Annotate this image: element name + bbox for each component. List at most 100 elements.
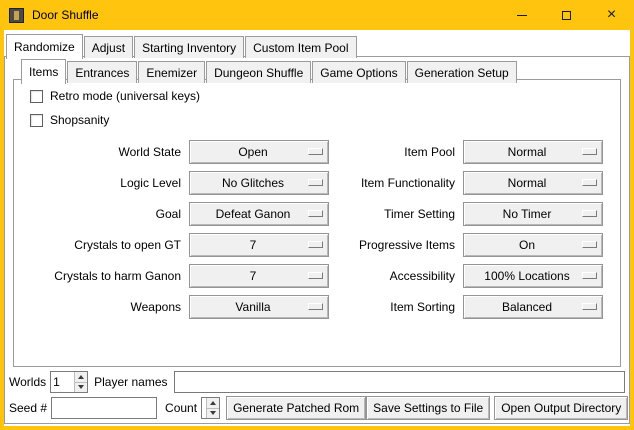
form-row: Logic Level No Glitches Item Functionali…	[14, 167, 620, 198]
form-row: Crystals to harm Ganon 7 Accessibility 1…	[14, 260, 620, 291]
dropdown-indicator-icon	[582, 272, 597, 279]
item-functionality-value: Normal	[508, 176, 547, 190]
dropdown-indicator-icon	[582, 241, 597, 248]
window-title: Door Shuffle	[32, 8, 99, 22]
close-icon: ×	[607, 7, 616, 23]
options-form: World State Open Item Pool Normal Logic …	[14, 136, 620, 322]
item-sorting-label: Item Sorting	[329, 300, 463, 314]
spin-up-button[interactable]	[207, 398, 219, 408]
window-content: Randomize Adjust Starting Inventory Cust…	[4, 30, 630, 426]
weapons-dropdown[interactable]: Vanilla	[189, 295, 329, 319]
item-pool-dropdown[interactable]: Normal	[463, 140, 603, 164]
retro-mode-checkbox[interactable]	[30, 90, 43, 103]
accessibility-label: Accessibility	[329, 269, 463, 283]
generate-patched-rom-button[interactable]: Generate Patched Rom	[226, 396, 366, 420]
crystals-open-gt-label: Crystals to open GT	[14, 238, 189, 252]
tab-enemizer[interactable]: Enemizer	[138, 61, 205, 83]
dropdown-indicator-icon	[582, 179, 597, 186]
logic-level-dropdown[interactable]: No Glitches	[189, 171, 329, 195]
item-functionality-label: Item Functionality	[329, 176, 463, 190]
progressive-items-label: Progressive Items	[329, 238, 463, 252]
dropdown-indicator-icon	[308, 241, 323, 248]
worlds-spin-buttons	[74, 372, 87, 392]
worlds-input[interactable]	[51, 372, 74, 392]
worlds-spinbox[interactable]	[50, 371, 88, 393]
sub-tabstrip: Items Entrances Enemizer Dungeon Shuffle…	[21, 59, 518, 83]
dropdown-indicator-icon	[308, 303, 323, 310]
close-button[interactable]: ×	[589, 0, 634, 30]
randomize-tab-panel: Items Entrances Enemizer Dungeon Shuffle…	[4, 56, 630, 424]
dropdown-indicator-icon	[582, 303, 597, 310]
titlebar: Door Shuffle ×	[0, 0, 634, 30]
player-names-input[interactable]	[174, 371, 626, 393]
item-pool-label: Item Pool	[329, 145, 463, 159]
accessibility-value: 100% Locations	[484, 269, 569, 283]
dropdown-indicator-icon	[308, 179, 323, 186]
tab-entrances[interactable]: Entrances	[67, 61, 137, 83]
weapons-label: Weapons	[14, 300, 189, 314]
progressive-items-dropdown[interactable]: On	[463, 233, 603, 257]
tab-game-options[interactable]: Game Options	[312, 61, 405, 83]
item-functionality-dropdown[interactable]: Normal	[463, 171, 603, 195]
spin-down-button[interactable]	[75, 382, 87, 393]
count-label: Count	[165, 401, 197, 415]
accessibility-dropdown[interactable]: 100% Locations	[463, 264, 603, 288]
dropdown-indicator-icon	[308, 272, 323, 279]
spin-up-button[interactable]	[75, 372, 87, 382]
goal-dropdown[interactable]: Defeat Ganon	[189, 202, 329, 226]
timer-setting-label: Timer Setting	[329, 207, 463, 221]
item-sorting-dropdown[interactable]: Balanced	[463, 295, 603, 319]
arrow-down-icon	[210, 411, 216, 415]
worlds-label: Worlds	[9, 375, 46, 389]
shopsanity-checkbox[interactable]	[30, 114, 43, 127]
crystals-open-gt-value: 7	[250, 238, 257, 252]
main-tabstrip: Randomize Adjust Starting Inventory Cust…	[6, 34, 358, 58]
seed-label: Seed #	[9, 401, 47, 415]
crystals-open-gt-dropdown[interactable]: 7	[189, 233, 329, 257]
minimize-button[interactable]	[499, 0, 544, 30]
logic-level-label: Logic Level	[14, 176, 189, 190]
arrow-down-icon	[78, 385, 84, 389]
tab-randomize[interactable]: Randomize	[6, 34, 83, 59]
window-controls: ×	[499, 0, 634, 30]
dropdown-indicator-icon	[308, 148, 323, 155]
goal-label: Goal	[14, 207, 189, 221]
arrow-up-icon	[78, 375, 84, 379]
app-icon	[9, 8, 24, 23]
arrow-up-icon	[210, 401, 216, 405]
item-pool-value: Normal	[508, 145, 547, 159]
crystals-harm-ganon-value: 7	[250, 269, 257, 283]
maximize-button[interactable]	[544, 0, 589, 30]
tab-dungeon-shuffle[interactable]: Dungeon Shuffle	[206, 61, 311, 83]
world-state-value: Open	[238, 145, 267, 159]
player-names-label: Player names	[94, 375, 167, 389]
world-state-label: World State	[14, 145, 189, 159]
goal-value: Defeat Ganon	[216, 207, 291, 221]
count-spin-buttons	[206, 398, 219, 418]
maximize-icon	[562, 11, 571, 20]
logic-level-value: No Glitches	[222, 176, 284, 190]
tab-adjust[interactable]: Adjust	[84, 36, 133, 58]
item-sorting-value: Balanced	[502, 300, 552, 314]
dropdown-indicator-icon	[582, 210, 597, 217]
tab-items[interactable]: Items	[21, 59, 66, 84]
crystals-harm-ganon-dropdown[interactable]: 7	[189, 264, 329, 288]
world-state-dropdown[interactable]: Open	[189, 140, 329, 164]
tab-custom-item-pool[interactable]: Custom Item Pool	[245, 36, 356, 58]
progressive-items-value: On	[519, 238, 535, 252]
save-settings-button[interactable]: Save Settings to File	[366, 396, 490, 420]
items-tab-panel: Retro mode (universal keys) Shopsanity W…	[13, 79, 621, 367]
form-row: World State Open Item Pool Normal	[14, 136, 620, 167]
seed-input[interactable]	[51, 397, 157, 419]
tab-starting-inventory[interactable]: Starting Inventory	[134, 36, 244, 58]
seed-row: Seed # Count Generate Patched Rom Save S…	[9, 396, 625, 420]
form-row: Goal Defeat Ganon Timer Setting No Timer	[14, 198, 620, 229]
minimize-icon	[517, 15, 527, 16]
spin-down-button[interactable]	[207, 408, 219, 419]
count-spinbox[interactable]	[201, 397, 220, 419]
timer-setting-dropdown[interactable]: No Timer	[463, 202, 603, 226]
tab-generation-setup[interactable]: Generation Setup	[407, 61, 517, 83]
retro-mode-label: Retro mode (universal keys)	[50, 89, 200, 103]
weapons-value: Vanilla	[235, 300, 270, 314]
open-output-directory-button[interactable]: Open Output Directory	[494, 396, 628, 420]
